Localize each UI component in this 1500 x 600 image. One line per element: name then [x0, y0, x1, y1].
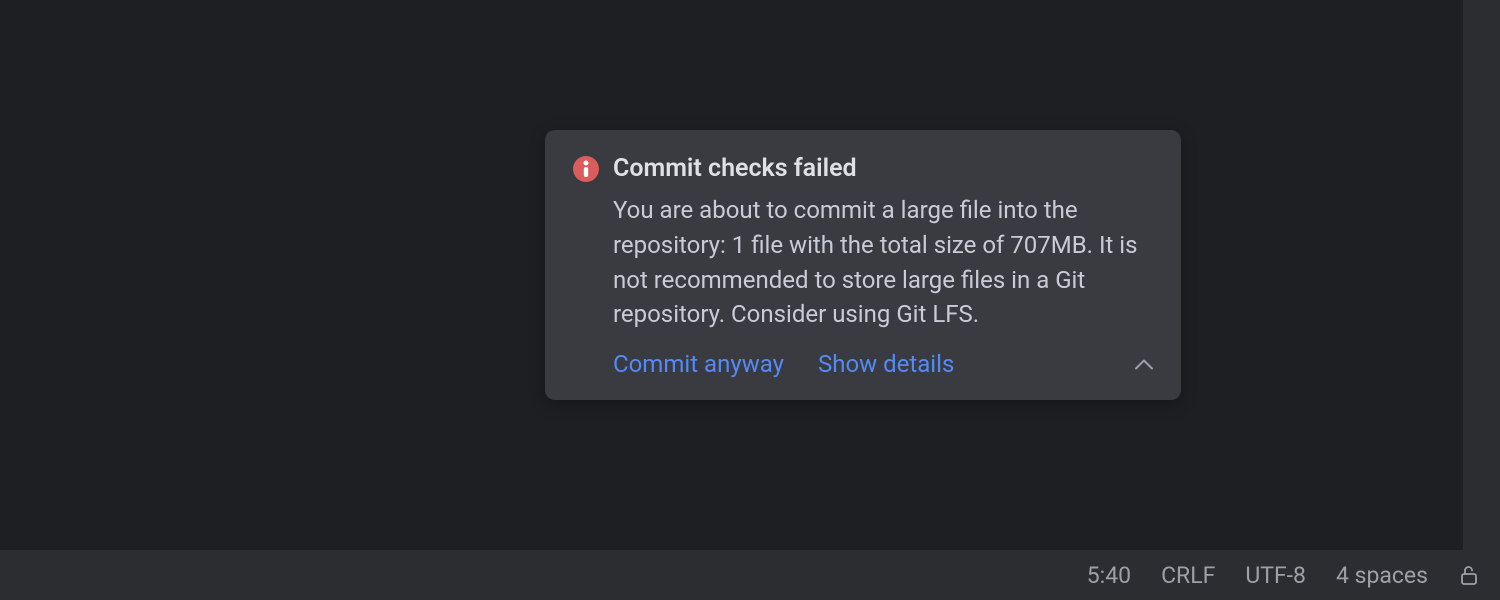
notification-title: Commit checks failed [613, 154, 857, 183]
error-icon [573, 156, 599, 182]
notification-header: Commit checks failed [573, 154, 1153, 183]
show-details-link[interactable]: Show details [818, 350, 954, 378]
status-bar: 5:40 CRLF UTF-8 4 spaces [0, 550, 1500, 600]
right-gutter [1463, 0, 1500, 550]
lock-open-icon[interactable] [1458, 564, 1480, 586]
file-encoding[interactable]: UTF-8 [1245, 562, 1306, 589]
cursor-position[interactable]: 5:40 [1087, 562, 1131, 589]
line-separator[interactable]: CRLF [1161, 562, 1215, 589]
notification-actions: Commit anyway Show details [573, 350, 1153, 378]
commit-anyway-link[interactable]: Commit anyway [613, 350, 784, 378]
notification-body: You are about to commit a large file int… [573, 193, 1153, 332]
commit-checks-notification: Commit checks failed You are about to co… [545, 130, 1181, 400]
chevron-up-icon[interactable] [1135, 359, 1153, 370]
indent-settings[interactable]: 4 spaces [1336, 562, 1428, 589]
